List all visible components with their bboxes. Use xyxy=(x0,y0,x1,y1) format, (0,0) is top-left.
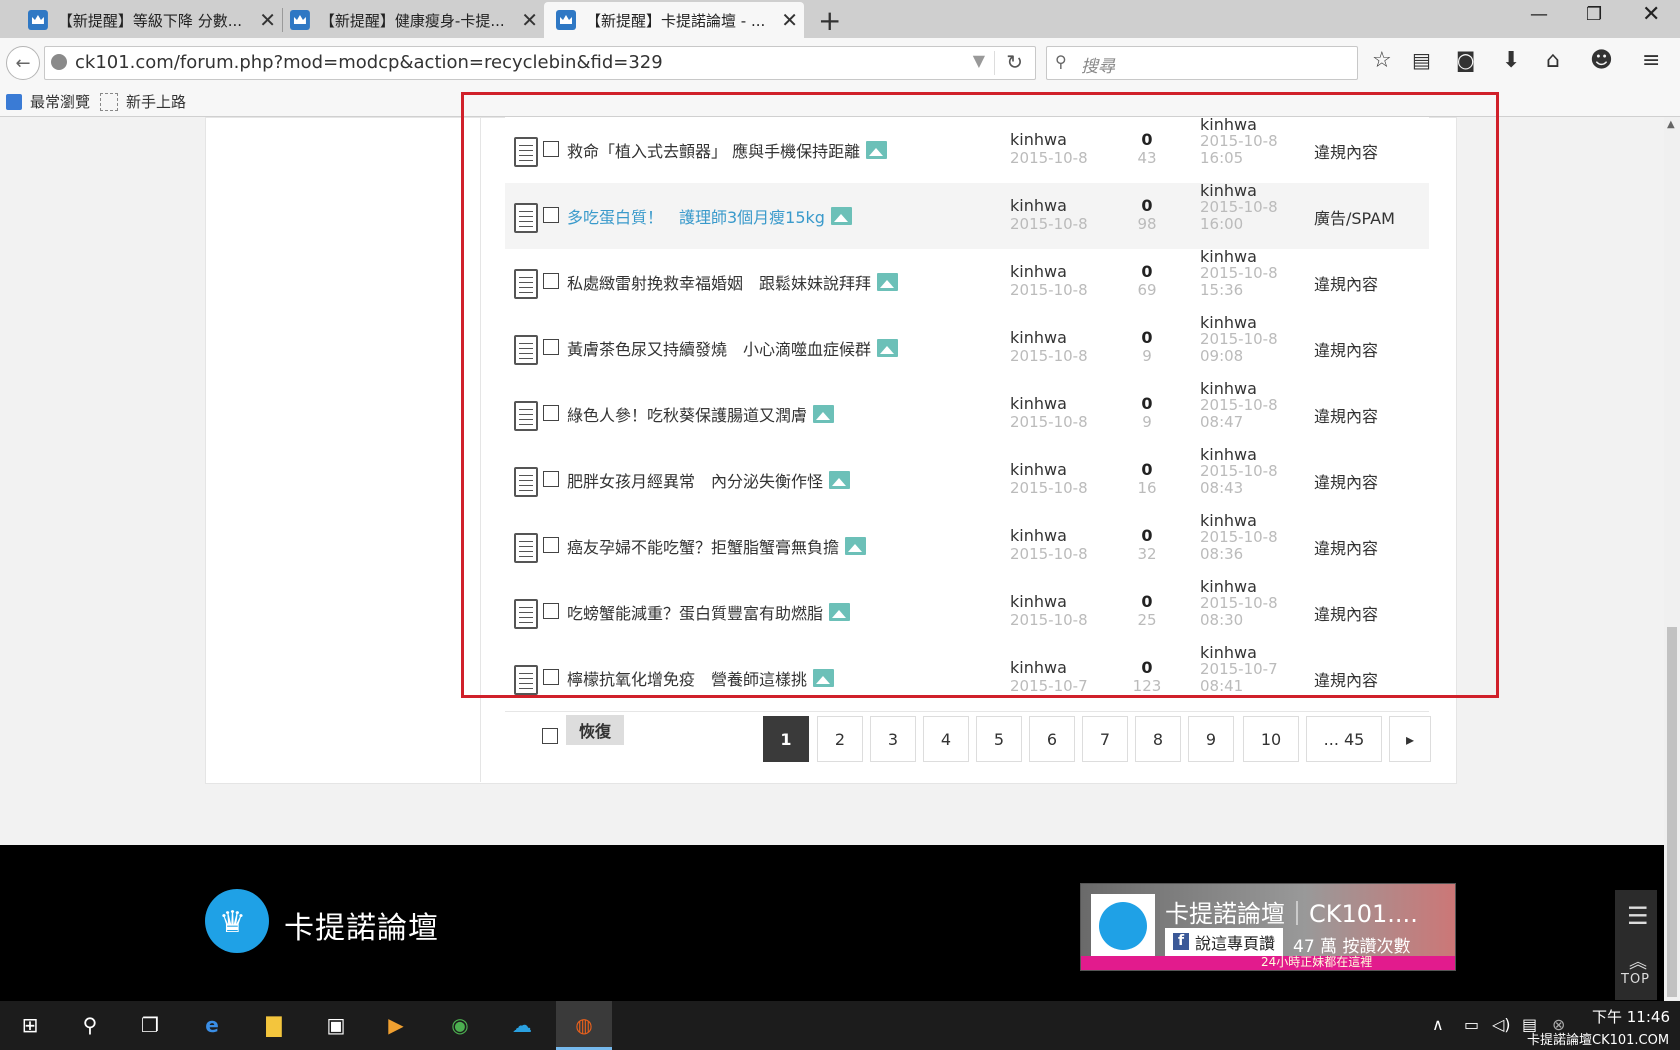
bookmark-label: 新手上路 xyxy=(126,93,187,111)
site-footer: ♛ 卡提諾論壇 卡提諾論壇｜CK101.... 說這專頁讚 47 萬 按讚次數 … xyxy=(0,845,1664,1001)
watermark: 卡提諾論壇CK101.COM xyxy=(1527,1033,1670,1048)
download-icon[interactable]: ⬇ xyxy=(1502,48,1520,73)
select-all-checkbox[interactable] xyxy=(542,728,558,744)
reload-icon[interactable]: ↻ xyxy=(1006,50,1023,74)
hamburger-menu-icon[interactable]: ≡ xyxy=(1642,48,1660,73)
page-link[interactable]: 4 xyxy=(923,716,969,762)
new-tab-icon[interactable]: + xyxy=(818,4,841,37)
back-to-top-button[interactable]: TOP xyxy=(1621,972,1650,987)
crown-icon: ♛ xyxy=(219,905,246,940)
list-menu-icon[interactable]: ☰ xyxy=(1627,902,1649,930)
chrome-icon[interactable]: ◉ xyxy=(444,1009,476,1041)
page-icon xyxy=(100,92,118,111)
close-tab-icon[interactable]: ✕ xyxy=(521,8,538,32)
browser-tab-bar: 【新提醒】等級下降 分數... ✕ 【新提醒】健康瘦身-卡提... ✕ 【新提醒… xyxy=(0,0,1680,38)
home-icon[interactable]: ⌂ xyxy=(1546,48,1560,73)
search-icon[interactable]: ⚲ xyxy=(74,1009,106,1041)
page-link[interactable]: 6 xyxy=(1029,716,1075,762)
browser-tab-active[interactable]: 【新提醒】卡提諾論壇 - ... ✕ xyxy=(544,2,804,38)
page-link[interactable]: 7 xyxy=(1082,716,1128,762)
crown-icon xyxy=(28,10,48,30)
chevron-up-icon[interactable]: ∧ xyxy=(1432,1015,1444,1034)
left-sidebar xyxy=(205,117,481,782)
facebook-page-widget[interactable]: 卡提諾論壇｜CK101.... 說這專頁讚 47 萬 按讚次數 24小時正妹都在… xyxy=(1080,883,1456,971)
fb-like-button[interactable]: 說這專頁讚 xyxy=(1165,928,1284,956)
dropdown-arrow-icon[interactable]: ▼ xyxy=(973,51,985,70)
search-box[interactable]: ⚲ 搜尋 xyxy=(1046,46,1358,80)
address-bar[interactable]: ck101.com/forum.php?mod=modcp&action=rec… xyxy=(44,46,1036,80)
pocket-icon[interactable]: ◙ xyxy=(1456,48,1475,72)
divider xyxy=(994,51,995,75)
search-placeholder: 搜尋 xyxy=(1081,57,1115,77)
network-icon[interactable]: ▭ xyxy=(1464,1015,1479,1034)
page-current[interactable]: 1 xyxy=(763,716,809,762)
fb-page-avatar xyxy=(1091,894,1155,958)
fb-banner-tagline: 24小時正妹都在這裡 xyxy=(1261,955,1373,969)
site-logo[interactable]: ♛ xyxy=(205,889,269,953)
close-window-icon[interactable]: ✕ xyxy=(1642,2,1660,27)
highlight-frame xyxy=(461,92,1499,698)
reader-list-icon[interactable]: ▤ xyxy=(1412,48,1431,72)
search-icon: ⚲ xyxy=(1055,52,1067,71)
page-link[interactable]: 2 xyxy=(817,716,863,762)
close-tab-icon[interactable]: ✕ xyxy=(781,8,798,32)
fb-page-name[interactable]: 卡提諾論壇｜CK101.... xyxy=(1165,894,1418,929)
tab-title: 【新提醒】等級下降 分數... xyxy=(57,11,242,30)
page-link[interactable]: 9 xyxy=(1188,716,1234,762)
cloud-app-icon[interactable]: ☁ xyxy=(506,1009,538,1041)
tab-title: 【新提醒】健康瘦身-卡提... xyxy=(319,11,505,30)
crown-icon xyxy=(290,10,310,30)
scrollbar-thumb[interactable] xyxy=(1667,627,1677,997)
most-visited-icon xyxy=(6,93,22,110)
back-arrow-icon[interactable]: ← xyxy=(6,46,40,80)
bookmark-label: 最常瀏覽 xyxy=(30,93,91,111)
restore-button[interactable]: 恢復 xyxy=(566,715,624,745)
url-text: ck101.com/forum.php?mod=modcp&action=rec… xyxy=(75,52,663,73)
browser-tab[interactable]: 【新提醒】等級下降 分數... ✕ xyxy=(0,2,282,38)
chat-icon[interactable]: ☻ xyxy=(1590,48,1613,73)
bookmark-star-icon[interactable]: ☆ xyxy=(1372,48,1392,73)
side-tools: ☰ ︽ TOP xyxy=(1615,890,1657,1000)
page-link[interactable]: 10 xyxy=(1243,716,1299,762)
windows-taskbar: ⊞ ⚲ ❐ e ▇ ▣ ▶ ◉ ☁ ◍ ∧ ▭ ◁) ▤ ⊗ 下午 11:46 … xyxy=(0,1001,1680,1050)
firefox-icon[interactable]: ◍ xyxy=(568,1009,600,1041)
media-player-icon[interactable]: ▶ xyxy=(380,1009,412,1041)
store-icon[interactable]: ▣ xyxy=(320,1009,352,1041)
page-link[interactable]: 8 xyxy=(1135,716,1181,762)
crown-icon xyxy=(556,10,576,30)
chevron-up-icon[interactable]: ︽ xyxy=(1629,948,1647,974)
page-link[interactable]: 3 xyxy=(870,716,916,762)
footer-site-name: 卡提諾論壇 xyxy=(284,911,439,946)
globe-icon xyxy=(51,54,67,70)
page-link[interactable]: 5 xyxy=(976,716,1022,762)
taskbar-clock[interactable]: 下午 11:46 xyxy=(1584,1006,1670,1027)
edge-browser-icon[interactable]: e xyxy=(196,1009,228,1041)
bookmark-most-visited[interactable]: 最常瀏覽 xyxy=(6,91,90,112)
scroll-up-icon[interactable]: ▲ xyxy=(1667,119,1675,130)
tab-title: 【新提醒】卡提諾論壇 - ... xyxy=(586,11,766,30)
file-explorer-icon[interactable]: ▇ xyxy=(258,1009,290,1041)
page-scrollbar[interactable]: ▲ xyxy=(1664,117,1680,1001)
restore-window-icon[interactable]: ❐ xyxy=(1586,4,1602,25)
next-page-arrow-icon[interactable]: ▸ xyxy=(1389,716,1431,762)
windows-start-icon[interactable]: ⊞ xyxy=(14,1009,46,1041)
volume-icon[interactable]: ◁) xyxy=(1492,1015,1511,1034)
bookmark-getting-started[interactable]: 新手上路 xyxy=(100,91,186,112)
task-view-icon[interactable]: ❐ xyxy=(134,1009,166,1041)
page-link[interactable]: ... 45 xyxy=(1306,716,1382,762)
browser-tab[interactable]: 【新提醒】健康瘦身-卡提... ✕ xyxy=(262,2,544,38)
minimize-icon[interactable]: — xyxy=(1530,4,1548,25)
